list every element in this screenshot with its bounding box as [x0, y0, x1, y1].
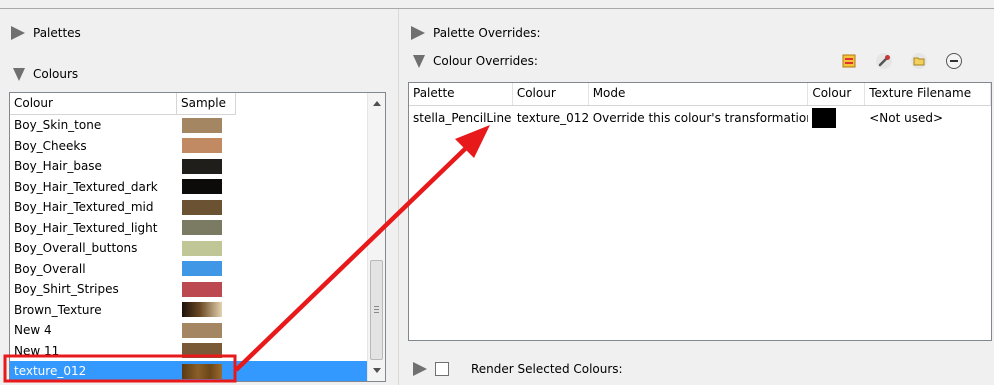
list-item[interactable]: texture_012: [10, 361, 368, 381]
render-selected-row: Render Selected Colours:: [413, 362, 623, 376]
scroll-up-icon[interactable]: [373, 101, 381, 106]
colour-name: Boy_Hair_base: [14, 159, 102, 174]
colour-name: Brown_Texture: [14, 302, 102, 317]
render-selected-label: Render Selected Colours:: [471, 362, 623, 376]
list-item[interactable]: Boy_Cheeks: [10, 136, 368, 157]
expand-arrow-icon[interactable]: [11, 26, 25, 40]
list-item[interactable]: New 11: [10, 341, 368, 362]
colour-sample-swatch: [182, 199, 222, 215]
list-item[interactable]: Boy_Skin_tone: [10, 115, 368, 136]
palettes-section-header[interactable]: Palettes: [11, 26, 81, 40]
cell-texture-filename[interactable]: <Not used>: [865, 107, 991, 130]
colour-sample-swatch: [182, 261, 222, 277]
list-item[interactable]: Boy_Overall: [10, 259, 368, 280]
colour-sample-swatch: [182, 281, 222, 297]
colour-sample-swatch: [182, 179, 222, 195]
colour-sample-swatch: [182, 363, 222, 379]
scroll-down-icon[interactable]: [373, 368, 381, 373]
column-header-colour[interactable]: Colour: [10, 93, 177, 114]
expand-arrow-icon[interactable]: [411, 26, 425, 40]
colour-list[interactable]: Colour Sample Boy_Skin_tone Boy_Cheeks Boy…: [9, 92, 386, 382]
colour-sample-swatch: [182, 117, 222, 133]
list-item[interactable]: Boy_Shirt_Stripes: [10, 279, 368, 300]
expand-arrow-icon[interactable]: [413, 362, 427, 376]
colour-name: New 11: [14, 343, 60, 358]
colour-overrides-header[interactable]: Colour Overrides:: [413, 54, 538, 68]
grid-header-colour[interactable]: Colour: [513, 83, 589, 105]
render-selected-checkbox[interactable]: [435, 362, 449, 376]
collapse-arrow-icon[interactable]: [13, 67, 25, 81]
grid-header-palette[interactable]: Palette: [409, 83, 513, 105]
colour-name: Boy_Hair_Textured_mid: [14, 200, 154, 215]
colour-sample-swatch: [182, 343, 222, 359]
palettes-label: Palettes: [33, 26, 81, 40]
grid-header-mode[interactable]: Mode: [589, 83, 809, 105]
colour-overrides-label: Colour Overrides:: [433, 54, 538, 68]
grid-header-texture-filename[interactable]: Texture Filename: [865, 83, 991, 105]
colour-list-rows: Boy_Skin_tone Boy_Cheeks Boy_Hair_base Boy_…: [10, 115, 368, 381]
colours-section-header[interactable]: Colours: [13, 67, 78, 81]
list-item[interactable]: Brown_Texture: [10, 300, 368, 321]
colour-swatch[interactable]: [812, 108, 837, 128]
colour-list-scrollbar[interactable]: [367, 93, 385, 381]
eyedropper-icon[interactable]: [875, 52, 893, 70]
remove-icon[interactable]: [945, 52, 963, 70]
colour-name: New 4: [14, 323, 52, 338]
colour-name: Boy_Cheeks: [14, 138, 87, 153]
colour-sample-swatch: [182, 240, 222, 256]
overrides-toolbar: [840, 52, 963, 70]
cell-mode[interactable]: Override this colour's transformation: [589, 107, 809, 130]
list-item[interactable]: New 4: [10, 320, 368, 341]
colours-label: Colours: [33, 67, 79, 81]
list-item[interactable]: Boy_Hair_Textured_mid: [10, 197, 368, 218]
cell-colour: texture_012: [516, 110, 589, 125]
grid-header: Palette Colour Mode Colour Texture Filen…: [409, 83, 991, 106]
list-item[interactable]: Boy_Hair_Textured_dark: [10, 177, 368, 198]
colour-name: Boy_Overall_buttons: [14, 241, 138, 256]
colour-sample-swatch: [182, 322, 222, 338]
panel-splitter[interactable]: [398, 9, 399, 385]
list-item[interactable]: Boy_Hair_Textured_light: [10, 218, 368, 239]
colour-list-header: Colour Sample: [10, 93, 236, 115]
colour-overrides-grid[interactable]: Palette Colour Mode Colour Texture Filen…: [408, 82, 992, 341]
column-header-sample[interactable]: Sample: [177, 93, 236, 114]
colour-name: Boy_Overall: [14, 261, 86, 276]
top-divider: [0, 8, 994, 9]
cell-palette: stella_PencilLine: [413, 110, 512, 125]
colour-name: Boy_Hair_Textured_light: [14, 220, 158, 235]
colour-sample-swatch: [182, 138, 222, 154]
table-row[interactable]: stella_PencilLine texture_012 Override t…: [409, 106, 991, 130]
list-item[interactable]: Boy_Hair_base: [10, 156, 368, 177]
colour-sample-swatch: [182, 302, 222, 318]
colour-name: Boy_Skin_tone: [14, 118, 102, 133]
colour-swatch-icon[interactable]: [840, 52, 858, 70]
grid-header-colour-swatch[interactable]: Colour: [808, 83, 866, 105]
colour-name: Boy_Hair_Textured_dark: [14, 179, 158, 194]
palette-overrides-header[interactable]: Palette Overrides:: [411, 26, 541, 40]
collapse-arrow-icon[interactable]: [413, 54, 425, 68]
colour-sample-swatch: [182, 158, 222, 174]
palette-overrides-label: Palette Overrides:: [433, 26, 541, 40]
colour-name: texture_012: [14, 364, 87, 379]
scroll-thumb[interactable]: [370, 260, 383, 360]
colour-name: Boy_Shirt_Stripes: [14, 282, 119, 297]
list-item[interactable]: Boy_Overall_buttons: [10, 238, 368, 259]
cell-swatch[interactable]: [808, 107, 865, 130]
folder-icon[interactable]: [910, 52, 928, 70]
colour-sample-swatch: [182, 220, 222, 236]
